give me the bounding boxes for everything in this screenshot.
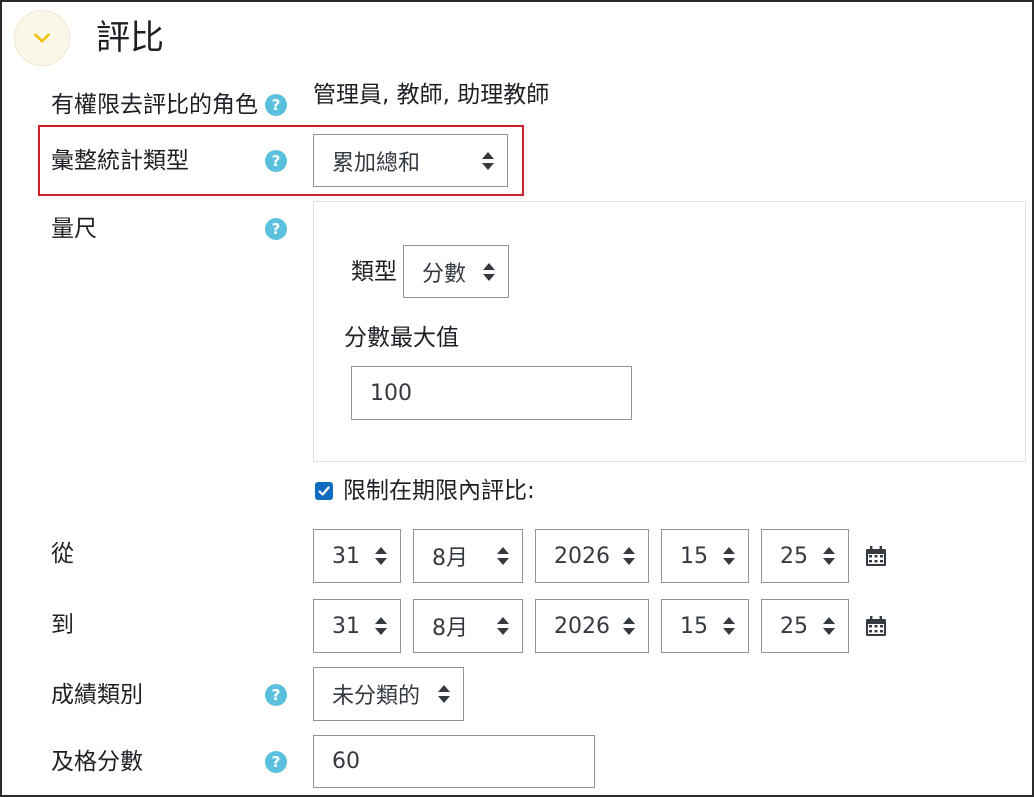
sort-arrows-icon bbox=[497, 617, 509, 635]
roles-value: 管理員, 教師, 助理教師 bbox=[313, 82, 550, 108]
to-year-value: 2026 bbox=[554, 613, 610, 639]
max-grade-input[interactable]: 100 bbox=[351, 366, 632, 420]
checkmark-icon bbox=[318, 486, 330, 496]
section-title: 評比 bbox=[96, 18, 164, 58]
from-label: 從 bbox=[51, 541, 74, 567]
aggregate-label: 彙整統計類型 bbox=[51, 148, 189, 174]
roles-help-icon[interactable]: ? bbox=[265, 94, 287, 116]
restrict-checkbox[interactable] bbox=[315, 482, 333, 500]
grade-category-label: 成績類別 bbox=[51, 682, 143, 708]
to-month-select[interactable]: 8月 bbox=[413, 599, 523, 653]
collapse-section-button[interactable] bbox=[14, 10, 70, 66]
sort-arrows-icon bbox=[438, 685, 450, 703]
scale-help-icon[interactable]: ? bbox=[265, 218, 287, 240]
aggregate-select[interactable]: 累加總和 bbox=[313, 134, 508, 187]
to-label: 到 bbox=[51, 612, 74, 638]
to-hour-value: 15 bbox=[680, 613, 708, 639]
calendar-icon[interactable] bbox=[865, 615, 887, 637]
pass-grade-label: 及格分數 bbox=[51, 749, 143, 775]
to-minute-value: 25 bbox=[780, 613, 808, 639]
sort-arrows-icon bbox=[483, 262, 495, 281]
sort-arrows-icon bbox=[375, 547, 387, 565]
sort-arrows-icon bbox=[823, 547, 835, 565]
to-hour-select[interactable]: 15 bbox=[661, 599, 749, 653]
sort-arrows-icon bbox=[823, 617, 835, 635]
sort-arrows-icon bbox=[623, 617, 635, 635]
to-month-value: 8月 bbox=[432, 616, 468, 641]
scale-type-select[interactable]: 分數 bbox=[403, 245, 509, 298]
aggregate-help-icon[interactable]: ? bbox=[265, 150, 287, 172]
chevron-down-icon bbox=[34, 33, 50, 43]
from-hour-value: 15 bbox=[680, 543, 708, 569]
from-hour-select[interactable]: 15 bbox=[661, 529, 749, 583]
from-day-select[interactable]: 31 bbox=[313, 529, 401, 583]
pass-grade-input[interactable]: 60 bbox=[313, 735, 595, 788]
max-grade-label: 分數最大值 bbox=[344, 325, 459, 351]
pass-grade-value: 60 bbox=[332, 749, 360, 774]
grade-category-help-icon[interactable]: ? bbox=[265, 684, 287, 706]
max-grade-value: 100 bbox=[370, 380, 412, 406]
to-day-value: 31 bbox=[332, 613, 360, 639]
sort-arrows-icon bbox=[482, 151, 494, 170]
scale-type-value: 分數 bbox=[422, 261, 467, 287]
from-month-value: 8月 bbox=[432, 546, 468, 571]
to-minute-select[interactable]: 25 bbox=[761, 599, 849, 653]
sort-arrows-icon bbox=[623, 547, 635, 565]
from-month-select[interactable]: 8月 bbox=[413, 529, 523, 583]
grade-category-value: 未分類的 bbox=[332, 684, 421, 709]
aggregate-select-value: 累加總和 bbox=[332, 150, 421, 176]
restrict-label: 限制在期限內評比: bbox=[343, 478, 535, 504]
sort-arrows-icon bbox=[723, 617, 735, 635]
to-day-select[interactable]: 31 bbox=[313, 599, 401, 653]
calendar-icon[interactable] bbox=[865, 545, 887, 567]
from-day-value: 31 bbox=[332, 543, 360, 569]
sort-arrows-icon bbox=[375, 617, 387, 635]
grade-category-select[interactable]: 未分類的 bbox=[313, 667, 464, 721]
pass-grade-help-icon[interactable]: ? bbox=[265, 751, 287, 773]
scale-label: 量尺 bbox=[51, 216, 97, 242]
from-minute-value: 25 bbox=[780, 543, 808, 569]
from-year-value: 2026 bbox=[554, 543, 610, 569]
sort-arrows-icon bbox=[497, 547, 509, 565]
scale-type-label: 類型 bbox=[351, 259, 397, 285]
to-year-select[interactable]: 2026 bbox=[535, 599, 649, 653]
from-minute-select[interactable]: 25 bbox=[761, 529, 849, 583]
sort-arrows-icon bbox=[723, 547, 735, 565]
from-year-select[interactable]: 2026 bbox=[535, 529, 649, 583]
roles-label: 有權限去評比的角色 bbox=[51, 92, 258, 118]
